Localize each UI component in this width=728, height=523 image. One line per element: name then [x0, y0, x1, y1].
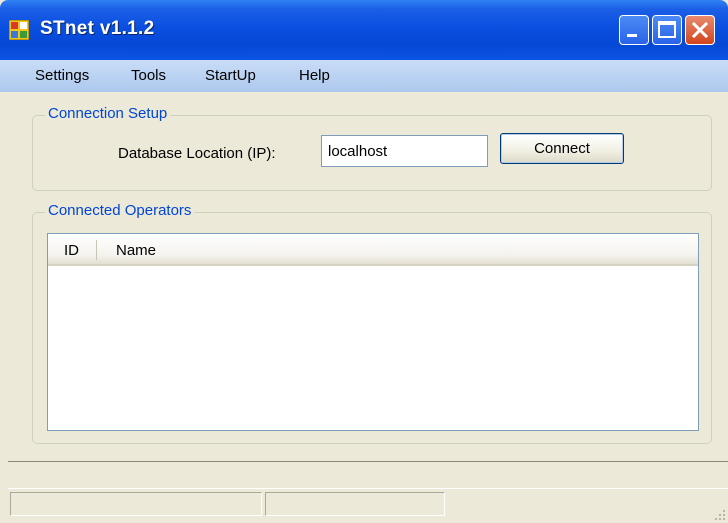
status-line — [8, 461, 728, 489]
column-header-id[interactable]: ID — [64, 242, 79, 259]
close-button[interactable] — [685, 15, 715, 45]
menu-startup[interactable]: StartUp — [205, 67, 256, 84]
menu-tools[interactable]: Tools — [131, 67, 166, 84]
status-panel-2 — [265, 492, 445, 516]
menu-bar: Settings Tools StartUp Help — [0, 60, 728, 92]
app-window: STnet v1.1.2 Settings Tools StartUp Help… — [0, 0, 728, 523]
title-bar[interactable]: STnet v1.1.2 — [0, 0, 728, 60]
status-bar — [0, 492, 728, 523]
column-header-name[interactable]: Name — [116, 242, 156, 259]
list-header: ID Name — [48, 234, 698, 266]
operators-list[interactable]: ID Name — [47, 233, 699, 431]
window-title: STnet v1.1.2 — [40, 18, 155, 39]
menu-settings[interactable]: Settings — [35, 67, 89, 84]
maximize-icon — [658, 21, 676, 38]
resize-grip-icon[interactable] — [712, 507, 726, 521]
column-divider[interactable] — [96, 240, 97, 260]
app-icon — [9, 20, 29, 40]
database-ip-input[interactable] — [321, 135, 488, 167]
database-location-label: Database Location (IP): — [118, 145, 276, 162]
close-icon — [691, 21, 709, 39]
connection-setup-title: Connection Setup — [45, 105, 171, 122]
connected-operators-title: Connected Operators — [45, 202, 195, 219]
menu-help[interactable]: Help — [299, 67, 330, 84]
status-panel-1 — [10, 492, 262, 516]
maximize-button[interactable] — [652, 15, 682, 45]
connect-button[interactable]: Connect — [500, 133, 624, 164]
minimize-button[interactable] — [619, 15, 649, 45]
minimize-icon — [627, 34, 637, 37]
